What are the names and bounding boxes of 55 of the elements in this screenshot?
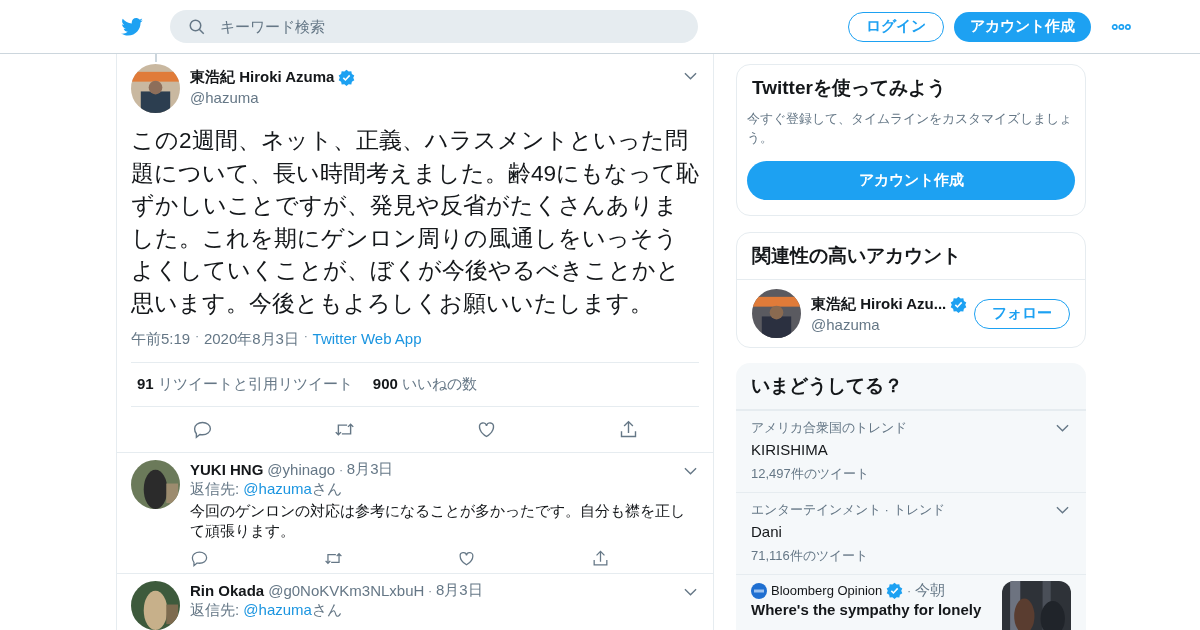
author-name: Rin Okada [190,582,265,599]
chevron-down-icon[interactable] [684,466,697,475]
separator-dot: · [428,584,432,597]
chevron-down-icon[interactable] [1056,424,1069,432]
card-text: 今すぐ登録して、タイムラインをカスタマイズしましょう。 [747,110,1073,147]
tweet-timestamp: 2020年8月3日 [203,330,299,349]
trend-context: アメリカ合衆国のトレンド [751,419,907,437]
card-title: 関連性の高いアカウント [737,233,1085,280]
chevron-down-icon[interactable] [684,587,697,596]
more-icon[interactable] [1111,22,1132,31]
login-button[interactable]: ログイン [848,11,945,42]
author-handle: @yhinago [267,461,336,478]
search-icon [188,18,207,36]
mention-link[interactable]: @hazuma [243,480,312,497]
author-handle: @g0NoKVKm3NLxbuH [268,582,425,599]
reply-to-text: 返信先: @hazumaさん [190,480,343,499]
separator-dot: · [339,463,343,476]
stat-link[interactable]: 900 いいねの数 [372,375,478,394]
author-handle: @hazuma [190,89,260,106]
author-name: YUKI HNG [190,461,264,478]
tweet-timestamp: 午前5:19 [131,330,191,349]
separator-dot: · [907,584,911,597]
card-title: Twitterを使ってみよう [752,76,947,100]
reply-date: 8月3日 [346,460,394,479]
chevron-down-icon[interactable] [1056,506,1069,514]
account-name: 東浩紀 Hiroki Azu... [811,294,947,314]
author-name: 東浩紀 Hiroki Azuma [190,68,335,87]
separator-dot: · [195,330,199,344]
card-title: いまどうしてる？ [736,363,1086,410]
trend-name[interactable]: KIRISHIMA [751,441,1071,458]
reply-date: 8月3日 [436,581,483,600]
reply-icon[interactable] [190,549,209,568]
news-source: Bloomberg Opinion [771,583,883,598]
tweet-text: この2週間、ネット、正義、ハラスメントといった問題について、長い時間考えました。齢49にもなって恥ずかしいことですが、発見や反省がたくさんありました。これを期にゲンロン周りの風通しをいっそうよくしていくことが、ぼくが今後やるべきことかと思います。今後ともよろしくお願いいたします。 [131,127,701,318]
trend-count: 71,116件のツイート [751,547,869,565]
stat-link[interactable]: 91 リツイートと引用リツイート [137,375,353,394]
news-time: 今朝 [914,581,945,600]
trend-name[interactable]: Dani [751,523,1071,540]
reply-to-text: 返信先: @hazumaさん [190,601,343,620]
logo-icon [751,582,767,599]
follow-button[interactable]: フォロー [974,298,1070,329]
chevron-down-icon[interactable] [684,72,697,80]
signup-button[interactable]: アカウント作成 [954,11,1092,42]
search-field[interactable]: キーワード検索 [170,10,699,43]
news-headline[interactable]: Where's the sympathy for lonely [751,601,1002,618]
source-link[interactable]: Twitter Web App [312,330,422,349]
trend-context: エンターテインメント · トレンド [751,501,945,519]
signup-button[interactable]: アカウント作成 [747,161,1075,200]
reply-text: 今回のゲンロンの対応は参考になることが多かったです。自分も襟を正して頑張ります。 [190,501,686,541]
separator-dot: · [303,330,308,344]
bird-logo-icon[interactable] [120,15,145,38]
trend-count: 12,497件のツイート [751,465,870,483]
account-handle: @hazuma [811,315,881,333]
mention-link[interactable]: @hazuma [243,601,312,618]
reply-icon[interactable] [191,419,213,440]
